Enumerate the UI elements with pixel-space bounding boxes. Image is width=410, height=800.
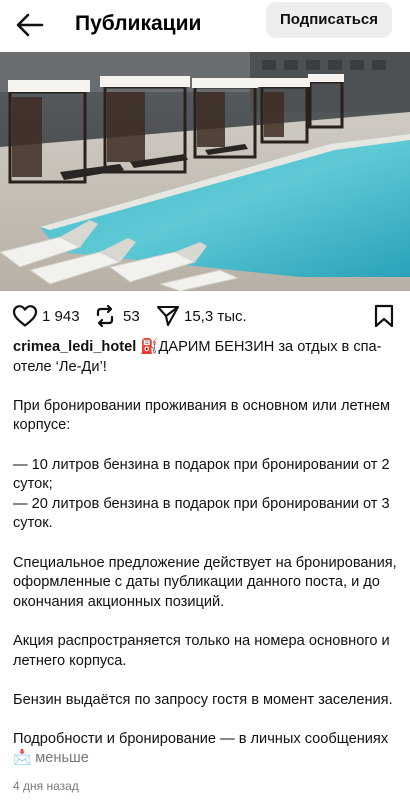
send-icon [156,305,180,327]
page-title: Публикации [75,12,202,35]
post-username[interactable]: crimea_ledi_hotel [13,339,136,355]
top-bar: Публикации Подписаться [0,0,410,52]
caption-first-paragraph: crimea_ledi_hotel ⛽ДАРИМ БЕНЗИН за отдых… [13,338,403,377]
post-photo[interactable] [0,52,410,291]
caption-paragraph: — 20 литров бензина в подарок при бронир… [13,495,390,532]
post-actions-bar: 1 943 53 15,3 тыс. [0,296,410,336]
caption-last-paragraph: Подробности и бронирование — в личных со… [13,730,403,769]
caption-paragraph: — 10 литров бензина в подарок при бронир… [13,456,390,493]
repost-icon [96,304,114,328]
shares-count: 15,3 тыс. [184,307,247,325]
share-button[interactable]: 15,3 тыс. [156,304,247,328]
caption-paragraph: Бензин выдаётся по запросу гостя в момен… [13,691,393,708]
save-button[interactable] [372,304,396,328]
bookmark-icon [374,304,394,328]
caption-paragraph: При бронировании проживания в основном и… [13,397,391,434]
repost-button[interactable]: 53 [93,304,140,328]
arrow-left-icon [16,13,44,37]
back-button[interactable] [14,10,46,40]
likes-count: 1 943 [42,307,80,325]
pool-photo-image [0,52,410,291]
post-date: 4 дня назад [13,779,79,793]
caption-paragraph: Специальное предложение действует на бро… [13,554,397,610]
reposts-count: 53 [123,307,140,325]
post-caption: crimea_ledi_hotel ⛽ДАРИМ БЕНЗИН за отдых… [13,338,403,769]
like-button[interactable]: 1 943 [12,304,80,328]
subscribe-button[interactable]: Подписаться [266,2,392,38]
heart-icon [12,305,38,327]
show-less-link[interactable]: меньше [35,750,89,766]
caption-paragraph: Акция распространяется только на номера … [13,632,390,669]
